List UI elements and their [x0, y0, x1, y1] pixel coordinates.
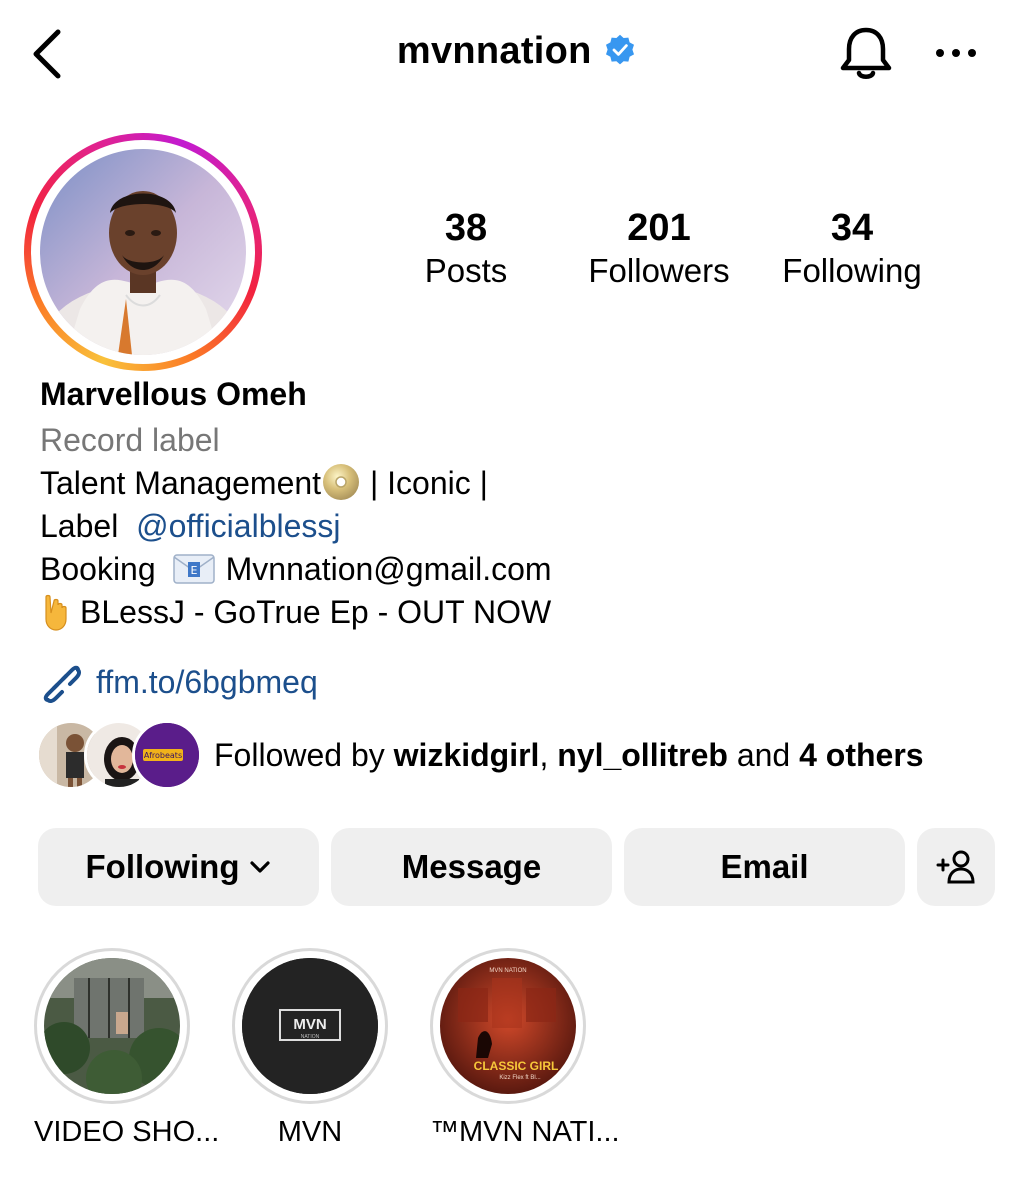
email-button[interactable]: Email: [624, 828, 905, 906]
pointing-down-emoji: [45, 594, 67, 631]
highlight-cover: [44, 958, 180, 1094]
mvn-logo-text: MVN: [293, 1016, 326, 1033]
followed-by-user-1[interactable]: wizkidgirl: [394, 737, 540, 773]
chevron-down-icon: [250, 861, 271, 873]
following-button[interactable]: Following: [38, 828, 319, 906]
highlight-label: MVN: [277, 1116, 343, 1148]
bio-text: Talent Management: [40, 465, 322, 501]
profile-avatar[interactable]: [24, 133, 262, 371]
highlight-ring: [34, 948, 190, 1104]
suggest-people-button[interactable]: [917, 828, 995, 906]
booking-email[interactable]: Mvnnation@gmail.com: [226, 551, 552, 587]
highlight-label: VIDEO SHO...: [34, 1116, 220, 1148]
highlight-label: ™MVN NATI...: [430, 1116, 620, 1148]
avatar-photo: [40, 149, 246, 355]
posts-stat[interactable]: 38 Posts: [376, 205, 556, 291]
cover-title-text: CLASSIC GIRL: [474, 1059, 559, 1073]
following-button-label: Following: [85, 848, 240, 885]
full-name: Marvellous Omeh: [40, 376, 307, 412]
cover-sub-text: Kizz Flex ft Bl...: [499, 1075, 541, 1081]
email-button-label: Email: [720, 848, 809, 885]
bell-icon: [840, 27, 892, 79]
following-label: Following: [782, 252, 922, 289]
svg-text:E: E: [190, 564, 197, 577]
mvn-logo-subtext: NATION: [301, 1034, 320, 1040]
followed-by-separator: ,: [539, 737, 558, 773]
highlight-ring: MVN NATION CLASSIC GIRL Kizz Flex ft Bl.…: [430, 948, 586, 1104]
mention-link[interactable]: @officialblessj: [136, 508, 340, 544]
highlight-video-shoot[interactable]: VIDEO SHO...: [34, 948, 220, 1150]
more-icon: [936, 49, 976, 57]
release-text: BLessJ - GoTrue Ep - OUT NOW: [80, 594, 552, 630]
notifications-button[interactable]: [836, 24, 896, 84]
posts-count: 38: [444, 207, 488, 249]
booking-label: Booking: [40, 551, 156, 587]
following-stat[interactable]: 34 Following: [762, 205, 942, 291]
afrobeats-logo-text: Afrobeats: [144, 751, 182, 760]
external-link[interactable]: ffm.to/6bgbmeq: [38, 660, 318, 704]
message-button[interactable]: Message: [331, 828, 612, 906]
profile-header: mvnnation: [0, 0, 1033, 110]
bio-label-text: Label: [40, 508, 137, 544]
envelope-emoji: E: [172, 554, 215, 584]
followed-by-text: Followed by wizkidgirl, nyl_ollitreb and…: [214, 735, 924, 775]
bio-line-4: BLessJ - GoTrue Ep - OUT NOW: [40, 591, 1000, 634]
bio-line-1: Talent Management | Iconic |: [40, 462, 1000, 505]
highlight-cover: MVN NATION: [242, 958, 378, 1094]
username: mvnnation: [396, 30, 592, 72]
verified-badge-icon: [606, 34, 635, 64]
message-button-label: Message: [401, 848, 542, 885]
followed-by-middle: and: [727, 737, 800, 773]
cover-top-text: MVN NATION: [489, 968, 526, 974]
cd-emoji: [323, 464, 360, 500]
followed-by-row[interactable]: Afrobeats Followed by wizkidgirl, nyl_ol…: [36, 718, 1016, 794]
followers-label: Followers: [588, 252, 730, 289]
posts-label: Posts: [424, 252, 508, 289]
followed-by-others[interactable]: 4 others: [799, 737, 923, 773]
followers-count: 201: [627, 207, 691, 249]
bio-text-suffix: | Iconic |: [361, 465, 488, 501]
follower-avatar-3: Afrobeats: [132, 720, 202, 790]
add-person-icon: [936, 850, 975, 884]
profile-bio: Marvellous Omeh Record label Talent Mana…: [40, 372, 1000, 634]
highlight-mvn[interactable]: MVN NATION MVN: [232, 948, 388, 1150]
following-count: 34: [830, 207, 874, 249]
followed-by-prefix: Followed by: [214, 737, 394, 773]
avatar-border: [31, 140, 255, 364]
bio-line-2: Label @officialblessj: [40, 505, 1000, 548]
bio-line-3: Booking E Mvnnation@gmail.com: [40, 548, 1000, 591]
more-options-button[interactable]: [932, 38, 980, 68]
highlight-ring: MVN NATION: [232, 948, 388, 1104]
highlight-mvn-nation[interactable]: MVN NATION CLASSIC GIRL Kizz Flex ft Bl.…: [430, 948, 620, 1150]
link-url: ffm.to/6bgbmeq: [96, 663, 318, 700]
profile-category: Record label: [40, 422, 220, 458]
followed-by-user-2[interactable]: nyl_ollitreb: [557, 737, 728, 773]
link-icon: [43, 665, 82, 704]
highlight-cover: MVN NATION CLASSIC GIRL Kizz Flex ft Bl.…: [440, 958, 576, 1094]
followers-stat[interactable]: 201 Followers: [569, 205, 749, 291]
